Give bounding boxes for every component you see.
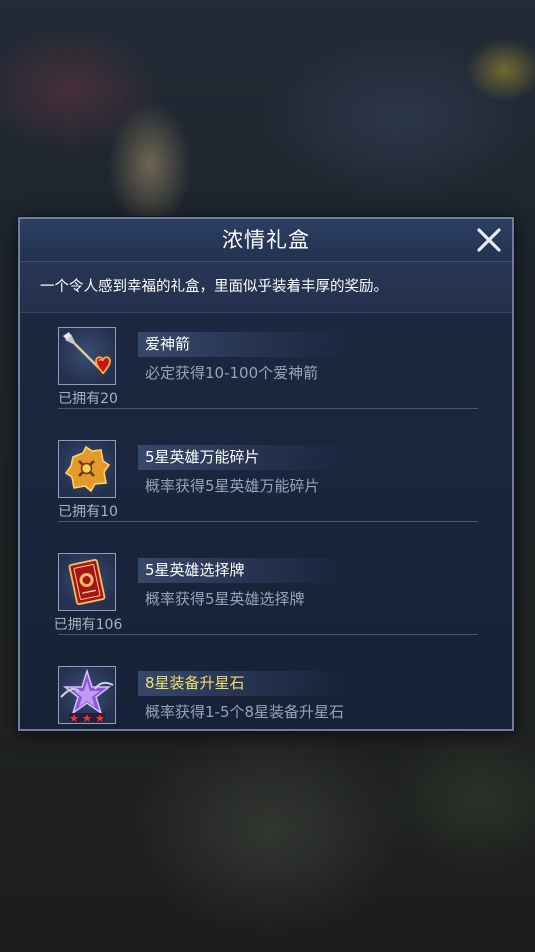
reward-row: 8星装备升星石 概率获得1-5个8星装备升星石 bbox=[20, 666, 512, 729]
hero-card-icon[interactable] bbox=[58, 553, 116, 611]
close-icon[interactable] bbox=[474, 225, 504, 255]
owned-count: 已拥有106 bbox=[53, 617, 123, 633]
owned-count: 已拥有10 bbox=[58, 504, 118, 520]
gift-box-dialog: 浓情礼盒 一个令人感到幸福的礼盒，里面似乎装着丰厚的奖励。 已拥有20 爱神箭 … bbox=[18, 217, 514, 731]
cupid-arrow-icon[interactable] bbox=[58, 327, 116, 385]
reward-row: 已拥有10 5星英雄万能碎片 概率获得5星英雄万能碎片 bbox=[20, 440, 512, 553]
row-divider bbox=[58, 408, 478, 409]
dialog-description: 一个令人感到幸福的礼盒，里面似乎装着丰厚的奖励。 bbox=[40, 279, 388, 295]
reward-row: 已拥有20 爱神箭 必定获得10-100个爱神箭 bbox=[20, 327, 512, 440]
puzzle-shard-icon[interactable] bbox=[58, 440, 116, 498]
reward-detail: 概率获得1-5个8星装备升星石 bbox=[145, 703, 345, 721]
dialog-title: 浓情礼盒 bbox=[222, 228, 310, 252]
reward-row: 已拥有106 5星英雄选择牌 概率获得5星英雄选择牌 bbox=[20, 553, 512, 666]
reward-detail: 必定获得10-100个爱神箭 bbox=[145, 364, 319, 382]
row-divider bbox=[58, 634, 478, 635]
reward-name: 8星装备升星石 bbox=[145, 674, 245, 692]
owned-count: 已拥有20 bbox=[58, 391, 118, 407]
reward-name: 5星英雄选择牌 bbox=[145, 561, 245, 579]
star-stone-icon[interactable] bbox=[58, 666, 116, 724]
dialog-header: 浓情礼盒 bbox=[20, 219, 512, 262]
reward-detail: 概率获得5星英雄选择牌 bbox=[145, 590, 305, 608]
row-divider bbox=[58, 521, 478, 522]
description-bar: 一个令人感到幸福的礼盒，里面似乎装着丰厚的奖励。 bbox=[20, 262, 512, 313]
reward-detail: 概率获得5星英雄万能碎片 bbox=[145, 477, 320, 495]
reward-name: 5星英雄万能碎片 bbox=[145, 448, 260, 466]
reward-name: 爱神箭 bbox=[145, 335, 191, 353]
